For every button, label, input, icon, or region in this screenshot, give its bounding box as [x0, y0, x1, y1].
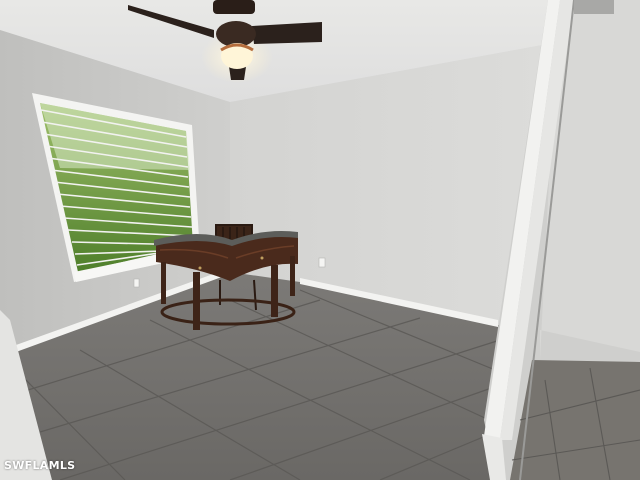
- room-illustration: [0, 0, 640, 480]
- wall-outlet: [318, 257, 326, 268]
- wall-outlet-left: [133, 278, 140, 288]
- watermark-text: SWFLAMLS: [4, 459, 76, 472]
- room-photo: SWFLAMLS: [0, 0, 640, 480]
